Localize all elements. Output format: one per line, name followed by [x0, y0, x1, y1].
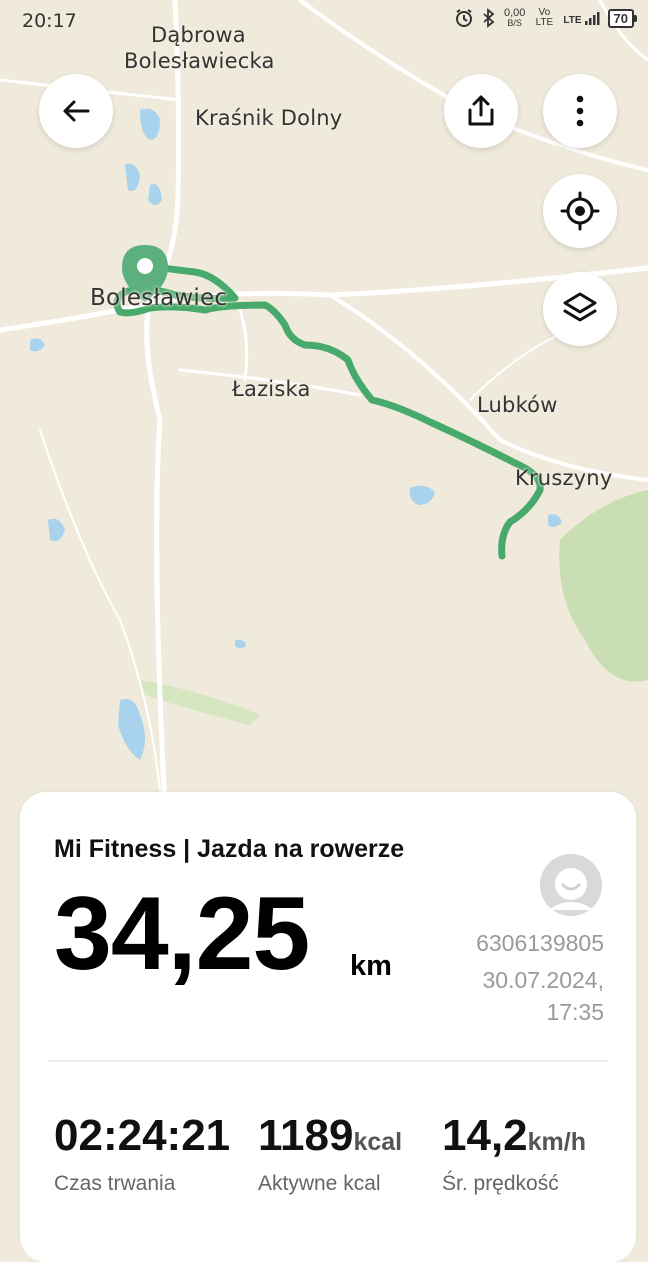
- stat-avg-speed: 14,2km/h Śr. prędkość: [442, 1114, 586, 1196]
- crosshair-icon: [560, 191, 600, 231]
- stat-label: Czas trwania: [54, 1172, 176, 1195]
- workout-title: Mi Fitness | Jazda na rowerze: [54, 835, 405, 863]
- layers-icon: [563, 292, 597, 322]
- more-vertical-icon: [576, 95, 584, 127]
- alarm-icon: [455, 9, 472, 27]
- workout-summary-card: Mi Fitness | Jazda na rowerze 34,25 km 6…: [20, 792, 636, 1262]
- net-speed: 0,00: [503, 7, 526, 19]
- net-unit: B/S: [507, 18, 522, 28]
- stat-value: 14,2: [442, 1111, 528, 1160]
- stat-value: 1189: [258, 1111, 354, 1160]
- user-id: 6306139805: [476, 930, 604, 956]
- share-icon: [468, 95, 494, 126]
- more-options-button[interactable]: [543, 74, 617, 148]
- back-button[interactable]: [39, 74, 113, 148]
- user-avatar-icon: [540, 854, 602, 916]
- map-label-kruszyny: Kruszyny: [515, 466, 613, 490]
- arrow-left-icon: [63, 100, 90, 122]
- map-label-dabrowa-2: Bolesławiecka: [124, 49, 275, 73]
- map-label-lubkow: Lubków: [477, 393, 558, 417]
- map-label-boleslawiec: Bolesławiec: [90, 285, 228, 311]
- divider: [48, 1060, 608, 1062]
- share-button[interactable]: [444, 74, 518, 148]
- stat-duration: 02:24:21 Czas trwania: [54, 1114, 230, 1196]
- distance-unit: km: [350, 950, 392, 982]
- stat-label: Aktywne kcal: [258, 1172, 381, 1195]
- status-bar: 20:17 0,00 B/S Vo LTE LTE 70: [0, 0, 648, 44]
- signal-icon: [584, 12, 600, 25]
- map-label-laziska: Łaziska: [232, 377, 311, 401]
- workout-datetime: 30.07.2024, 17:35: [482, 964, 604, 1028]
- distance-value: 34,25: [54, 876, 310, 992]
- map-layers-button[interactable]: [543, 272, 617, 346]
- stat-value: 02:24:21: [54, 1111, 231, 1160]
- battery-indicator: 70: [607, 8, 638, 28]
- bluetooth-icon: [483, 8, 495, 28]
- workout-date: 30.07.2024,: [482, 967, 604, 993]
- map-label-krasnik: Kraśnik Dolny: [195, 106, 343, 130]
- workout-time: 17:35: [546, 999, 604, 1025]
- avatar[interactable]: [540, 854, 602, 916]
- locate-button[interactable]: [543, 174, 617, 248]
- status-time: 20:17: [22, 10, 77, 32]
- stat-unit: km/h: [527, 1128, 586, 1156]
- status-icons: 0,00 B/S Vo LTE LTE 70: [454, 7, 638, 28]
- stat-label: Śr. prędkość: [442, 1172, 559, 1195]
- volte-indicator: Vo LTE: [535, 7, 554, 28]
- stat-calories: 1189kcal Aktywne kcal: [258, 1114, 402, 1196]
- stat-unit: kcal: [353, 1128, 403, 1156]
- lte-indicator: LTE: [563, 15, 582, 26]
